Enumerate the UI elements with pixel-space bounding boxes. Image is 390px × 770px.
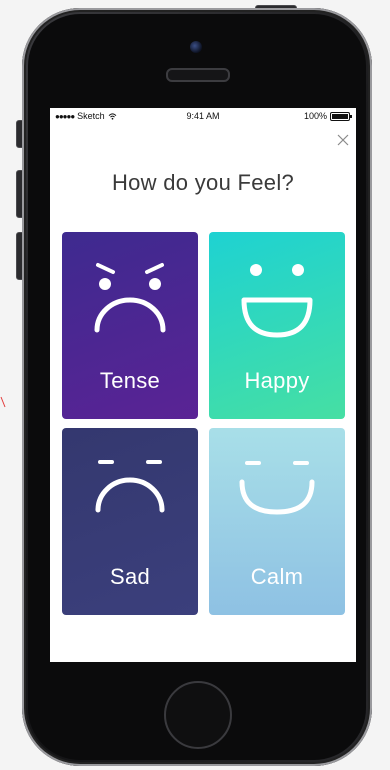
home-button[interactable] [164,681,232,749]
battery-percent: 100% [303,111,327,121]
edge-mark [0,396,6,408]
earpiece-speaker [166,68,230,82]
stage: ●●●●● Sketch 9:41 AM 100% How do you Fee… [0,0,390,770]
mood-label-tense: Tense [99,368,161,393]
front-camera [190,41,202,53]
page-title: How do you Feel? [111,170,295,195]
mood-card-calm[interactable]: Calm [209,428,345,615]
mood-card-happy[interactable]: Happy [209,232,345,419]
mood-card-tense[interactable]: Tense [62,232,198,419]
mood-label-sad: Sad [109,564,151,589]
app-screen: ●●●●● Sketch 9:41 AM 100% How do you Fee… [50,108,356,662]
mood-label-calm: Calm [250,564,304,589]
status-bar: ●●●●● Sketch 9:41 AM 100% [50,108,356,124]
battery-icon [330,111,352,121]
close-button[interactable] [335,132,351,148]
status-battery-group: 100% [303,111,352,121]
mood-label-happy: Happy [244,368,310,393]
close-icon [337,134,349,146]
mood-card-sad[interactable]: Sad [62,428,198,615]
